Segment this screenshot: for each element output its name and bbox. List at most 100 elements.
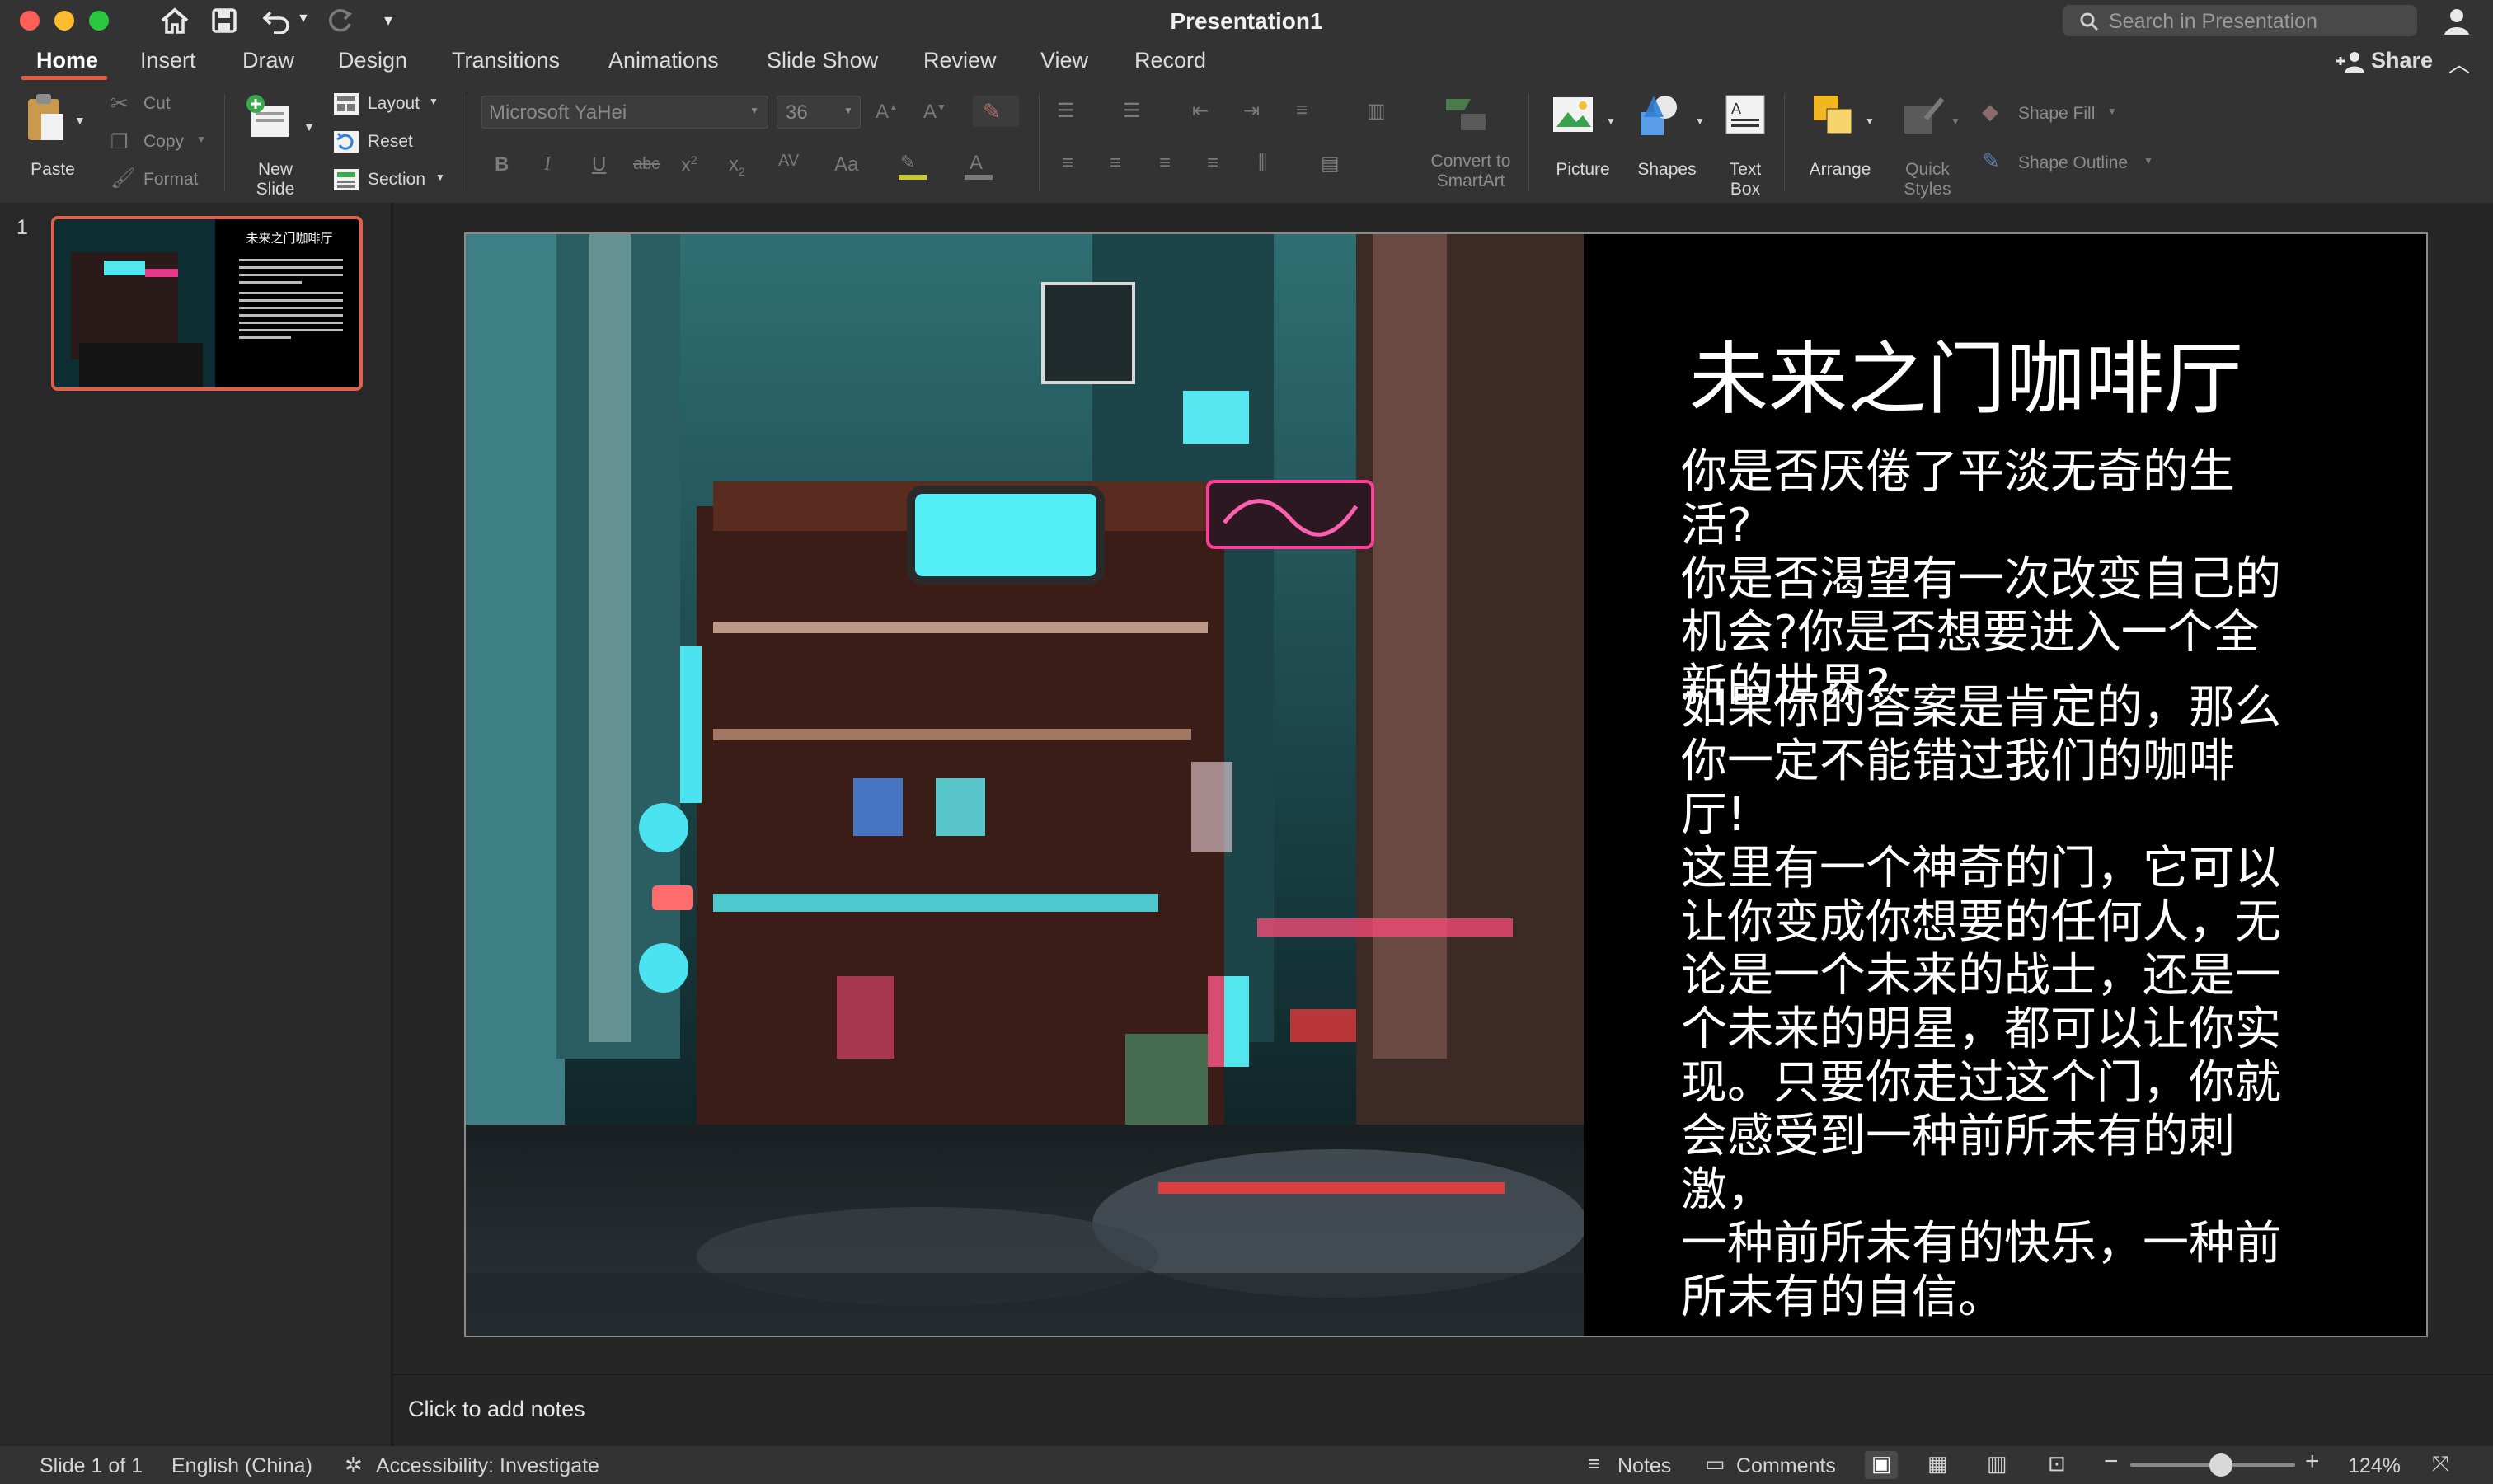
paste-icon: [28, 94, 63, 140]
new-slide-dropdown-icon[interactable]: ▼: [303, 120, 315, 134]
comments-button[interactable]: Comments: [1736, 1454, 1836, 1478]
ribbon-tab-bar: Home Insert Draw Design Transitions Anim…: [0, 43, 2493, 82]
paste-button[interactable]: ▼ Paste: [18, 91, 87, 190]
picture-icon: [1553, 97, 1593, 132]
picture-label: Picture: [1556, 160, 1610, 179]
tab-design[interactable]: Design: [338, 48, 407, 73]
columns-icon[interactable]: ▥: [1367, 99, 1386, 123]
thumbnail-text-lines: [239, 254, 343, 344]
subscript-icon[interactable]: x2: [729, 153, 745, 178]
tab-animations[interactable]: Animations: [608, 48, 719, 73]
tab-insert[interactable]: Insert: [140, 48, 196, 73]
paragraph-2-line: 现。只要你走过这个门，你就: [1681, 1056, 2281, 1110]
zoom-in-button[interactable]: +: [2305, 1448, 2320, 1476]
justify-icon[interactable]: ≡: [1207, 152, 1218, 175]
tab-view[interactable]: View: [1040, 48, 1088, 73]
paste-dropdown-icon[interactable]: ▼: [74, 114, 86, 127]
reading-view-icon[interactable]: ▥: [1987, 1451, 2007, 1477]
arrange-button[interactable]: ▼ Arrange: [1799, 91, 1881, 193]
layout-button[interactable]: Layout ▼: [333, 91, 457, 119]
cut-button[interactable]: ✂ Cut: [110, 91, 218, 119]
slide-title[interactable]: 未来之门咖啡厅: [1554, 315, 2378, 430]
ribbon-separator: [1528, 94, 1529, 191]
decrease-font-size-icon[interactable]: A▼: [923, 101, 946, 124]
align-right-icon[interactable]: ≡: [1159, 152, 1171, 175]
character-spacing-icon[interactable]: AV: [778, 152, 799, 171]
slide-sorter-icon[interactable]: ▦: [1927, 1451, 1948, 1477]
tab-slide-show[interactable]: Slide Show: [767, 48, 878, 73]
notes-button[interactable]: Notes: [1617, 1454, 1671, 1478]
cyberpunk-cafe-photo[interactable]: [466, 234, 1584, 1336]
tab-draw[interactable]: Draw: [242, 48, 294, 73]
tab-record[interactable]: Record: [1134, 48, 1206, 73]
section-label: Section: [368, 170, 426, 189]
font-size-value: 36: [786, 101, 808, 124]
font-color-icon: A: [970, 152, 984, 174]
paragraph-2-line: 你一定不能错过我们的咖啡厅!: [1681, 735, 2235, 842]
notes-pane[interactable]: Click to add notes: [393, 1374, 2493, 1448]
quick-styles-icon: [1904, 97, 1945, 134]
align-text-icon[interactable]: ▤: [1321, 152, 1340, 176]
fit-to-window-icon[interactable]: ⤧: [2432, 1451, 2449, 1477]
increase-indent-icon[interactable]: ⇥: [1243, 99, 1260, 123]
new-slide-button[interactable]: ▼ New Slide: [239, 91, 318, 199]
numbering-icon[interactable]: ☰: [1123, 99, 1141, 123]
zoom-slider[interactable]: [2130, 1453, 2295, 1477]
bullets-icon[interactable]: ☰: [1057, 99, 1075, 123]
underline-icon[interactable]: U: [592, 153, 606, 176]
slide-thumbnail[interactable]: 未来之门咖啡厅: [51, 216, 363, 391]
search-placeholder: Search in Presentation: [2109, 10, 2317, 33]
normal-view-button[interactable]: ▣: [1865, 1451, 1898, 1479]
collapse-ribbon-chevron-icon[interactable]: ︿: [2448, 48, 2470, 78]
font-size-select[interactable]: 36 ▼: [777, 96, 861, 129]
convert-to-smartart-button[interactable]: Convert to SmartArt: [1421, 91, 1520, 193]
text-box-button[interactable]: A Text Box: [1716, 91, 1774, 199]
tab-review[interactable]: Review: [923, 48, 997, 73]
ribbon-separator: [224, 94, 225, 191]
superscript-icon[interactable]: x2: [681, 153, 697, 177]
paragraph-2-line: 个未来的明星，都可以让你实: [1681, 1003, 2281, 1056]
shape-outline-button[interactable]: ✎ Shape Outline ▼: [1982, 148, 2163, 178]
change-case-icon[interactable]: Aa: [834, 153, 858, 176]
zoom-slider-thumb[interactable]: [2209, 1453, 2232, 1477]
copy-dropdown-icon[interactable]: ▼: [196, 134, 206, 145]
zoom-out-button[interactable]: −: [2104, 1448, 2119, 1476]
strikethrough-icon[interactable]: abc: [633, 155, 660, 174]
language-status[interactable]: English (China): [171, 1454, 312, 1478]
slide-paragraph-1[interactable]: 你是否厌倦了平淡无奇的生活? 你是否渴望有一次改变自己的 机会?你是否想要进入一…: [1681, 445, 2283, 713]
layout-label: Layout: [368, 94, 420, 113]
account-icon[interactable]: [2440, 5, 2473, 38]
slide-show-view-icon[interactable]: ⊡: [2048, 1451, 2066, 1477]
reset-button[interactable]: Reset: [333, 129, 457, 157]
quick-styles-button[interactable]: ▼ Quick Styles: [1888, 91, 1967, 199]
zoom-level[interactable]: 124%: [2348, 1454, 2401, 1478]
search-input[interactable]: Search in Presentation: [2063, 5, 2417, 36]
font-name-select[interactable]: Microsoft YaHei ▼: [481, 96, 768, 129]
align-center-icon[interactable]: ≡: [1110, 152, 1121, 175]
tab-home[interactable]: Home: [36, 48, 98, 73]
decrease-indent-icon[interactable]: ⇤: [1192, 99, 1209, 123]
slide-canvas[interactable]: 未来之门咖啡厅 你是否厌倦了平淡无奇的生活? 你是否渴望有一次改变自己的 机会?…: [464, 232, 2428, 1337]
tab-transitions[interactable]: Transitions: [452, 48, 560, 73]
slide-paragraph-2[interactable]: 如果你的答案是肯定的，那么 你一定不能错过我们的咖啡厅! 这里有一个神奇的门，它…: [1681, 681, 2283, 1324]
format-painter-button[interactable]: 🖌 Format: [110, 167, 218, 195]
new-slide-label-line1: New: [257, 160, 293, 179]
increase-font-size-icon[interactable]: A▲: [876, 101, 899, 124]
line-spacing-icon[interactable]: ≡: [1296, 99, 1308, 122]
highlight-color-button[interactable]: ✎: [897, 152, 930, 181]
shape-fill-button[interactable]: ◆ Shape Fill ▼: [1982, 99, 2130, 129]
italic-icon[interactable]: I: [544, 153, 551, 176]
picture-button[interactable]: ▼ Picture: [1543, 91, 1622, 193]
font-color-button[interactable]: A: [963, 152, 996, 181]
section-button[interactable]: Section ▼: [333, 167, 457, 195]
accessibility-status[interactable]: Accessibility: Investigate: [376, 1454, 599, 1478]
highlight-swatch: [899, 175, 927, 180]
text-direction-icon[interactable]: ⫼: [1258, 152, 1267, 175]
shapes-button[interactable]: ▼ Shapes: [1629, 91, 1711, 193]
share-button[interactable]: Share: [2371, 48, 2433, 73]
align-left-icon[interactable]: ≡: [1062, 152, 1073, 175]
clear-formatting-button[interactable]: ✎: [973, 96, 1019, 127]
copy-button[interactable]: ❐ Copy ▼: [110, 129, 218, 157]
font-color-swatch: [965, 175, 993, 180]
bold-icon[interactable]: B: [495, 153, 509, 176]
